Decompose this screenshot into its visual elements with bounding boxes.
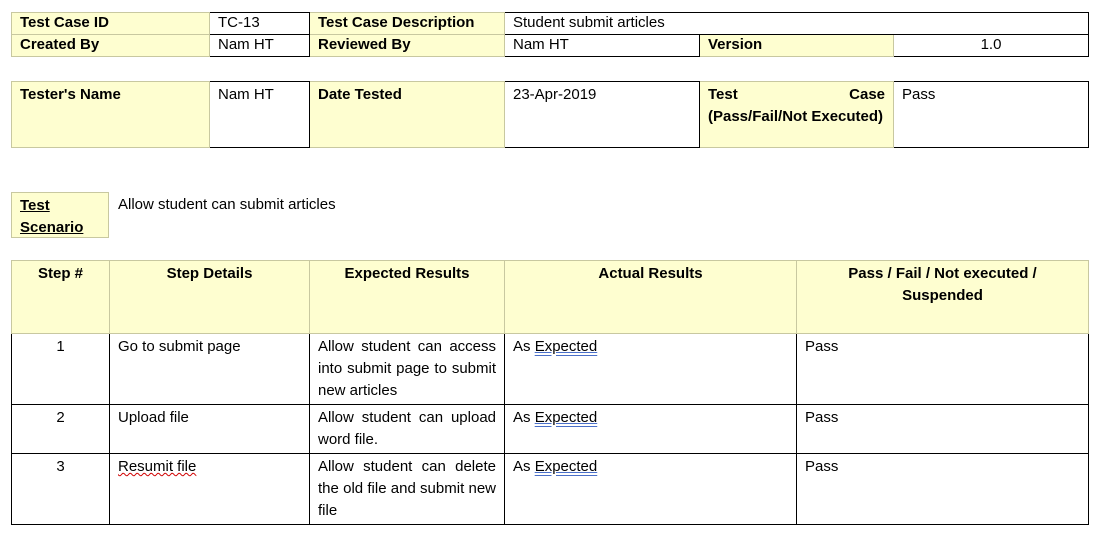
tester-name-value: Nam HT <box>209 81 310 148</box>
created-by-label: Created By <box>11 34 210 57</box>
step-actual: As Expected <box>504 333 797 405</box>
actual-prefix: As <box>513 458 531 475</box>
column-header-status: Pass / Fail / Not executed / Suspended <box>796 260 1089 334</box>
result-label-word-1: Test <box>708 86 738 103</box>
test-case-result-value: Pass <box>893 81 1089 148</box>
step-actual: As Expected <box>504 404 797 454</box>
step-expected: Allow student can upload word file. <box>309 404 505 454</box>
step-number: 3 <box>11 453 110 525</box>
reviewed-by-label: Reviewed By <box>309 34 505 57</box>
step-status: Pass <box>796 333 1089 405</box>
test-scenario-label-text: Test Scenario <box>20 197 84 236</box>
version-value: 1.0 <box>893 34 1089 57</box>
test-case-description-value: Student submit articles <box>504 12 1089 35</box>
date-tested-value: 23-Apr-2019 <box>504 81 700 148</box>
step-details-text: Resumit file <box>118 458 197 475</box>
step-details: Go to submit page <box>109 333 310 405</box>
actual-expected-link[interactable]: Expected <box>535 338 598 355</box>
table-row: 1 Go to submit page Allow student can ac… <box>11 333 1089 405</box>
step-actual: As Expected <box>504 453 797 525</box>
step-expected: Allow student can delete the old file an… <box>309 453 505 525</box>
step-status: Pass <box>796 404 1089 454</box>
tester-info-table: Tester's Name Nam HT Date Tested 23-Apr-… <box>11 81 1089 148</box>
column-header-actual-results: Actual Results <box>504 260 797 334</box>
test-steps-table: Step # Step Details Expected Results Act… <box>11 260 1089 525</box>
actual-expected-link[interactable]: Expected <box>535 409 598 426</box>
reviewed-by-value: Nam HT <box>504 34 700 57</box>
column-header-expected-results: Expected Results <box>309 260 505 334</box>
step-number: 2 <box>11 404 110 454</box>
actual-expected-link[interactable]: Expected <box>535 458 598 475</box>
tester-name-label: Tester's Name <box>11 81 210 148</box>
result-label-rest: (Pass/Fail/Not Executed) <box>708 108 884 125</box>
step-status: Pass <box>796 453 1089 525</box>
test-case-header-table: Test Case ID TC-13 Test Case Description… <box>11 12 1089 57</box>
table-row: 2 Upload file Allow student can upload w… <box>11 404 1089 454</box>
step-number: 1 <box>11 333 110 405</box>
test-case-id-label: Test Case ID <box>11 12 210 35</box>
actual-prefix: As <box>513 409 531 426</box>
test-case-result-label: Test Case (Pass/Fail/Not Executed) <box>699 81 894 148</box>
actual-prefix: As <box>513 338 531 355</box>
step-details: Upload file <box>109 404 310 454</box>
table-row: 3 Resumit file Allow student can delete … <box>11 453 1089 525</box>
test-scenario-label: Test Scenario <box>11 192 109 238</box>
created-by-value: Nam HT <box>209 34 310 57</box>
test-case-description-label: Test Case Description <box>309 12 505 35</box>
step-expected: Allow student can access into submit pag… <box>309 333 505 405</box>
version-label: Version <box>699 34 894 57</box>
step-details: Resumit file <box>109 453 310 525</box>
date-tested-label: Date Tested <box>309 81 505 148</box>
test-scenario-text: Allow student can submit articles <box>118 196 336 213</box>
result-label-word-2: Case <box>849 86 885 103</box>
column-header-step-number: Step # <box>11 260 110 334</box>
column-header-step-details: Step Details <box>109 260 310 334</box>
test-case-id-value: TC-13 <box>209 12 310 35</box>
